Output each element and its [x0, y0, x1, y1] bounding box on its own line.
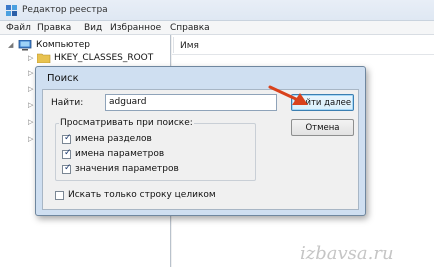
- expand-arrow-icon[interactable]: ▷: [28, 118, 33, 126]
- checkmark-icon: ✓: [64, 148, 72, 158]
- watermark: izbavsa.ru: [300, 243, 394, 264]
- find-input[interactable]: adguard: [105, 94, 277, 111]
- dialog-title: Поиск: [47, 73, 79, 84]
- window-title: Редактор реестра: [22, 5, 108, 15]
- checkbox[interactable]: ✓: [62, 163, 72, 174]
- expand-arrow-icon[interactable]: ▷: [28, 69, 33, 77]
- option-label: имена разделов: [75, 134, 152, 144]
- checkbox[interactable]: [55, 191, 64, 200]
- menu-help[interactable]: Справка: [170, 23, 210, 33]
- column-separator[interactable]: [173, 37, 174, 53]
- collapse-arrow-icon[interactable]: ◢: [8, 41, 13, 49]
- tree-item-computer[interactable]: Компьютер: [36, 40, 90, 50]
- expand-arrow-icon[interactable]: ▷: [28, 54, 33, 62]
- option-label: Искать только строку целиком: [68, 190, 216, 200]
- title-bar: Редактор реестра: [0, 0, 434, 21]
- expand-arrow-icon[interactable]: ▷: [28, 85, 33, 93]
- column-header: Имя: [172, 35, 434, 55]
- menu-favorites[interactable]: Избранное: [110, 23, 161, 33]
- folder-icon: [37, 53, 51, 63]
- expand-arrow-icon[interactable]: ▷: [28, 101, 33, 109]
- menu-edit[interactable]: Правка: [37, 23, 71, 33]
- option-label: значения параметров: [75, 164, 179, 174]
- checkmark-icon: ✓: [64, 163, 72, 173]
- pointer-arrow-icon: [268, 85, 308, 105]
- find-label: Найти:: [51, 98, 84, 108]
- menu-bar: Файл Правка Вид Избранное Справка: [0, 21, 434, 35]
- search-options-label: Просматривать при поиске:: [59, 118, 194, 128]
- cancel-button[interactable]: Отмена: [291, 119, 354, 136]
- expand-arrow-icon[interactable]: ▷: [28, 135, 33, 143]
- checkbox[interactable]: ✓: [62, 148, 72, 159]
- menu-view[interactable]: Вид: [84, 23, 102, 33]
- find-dialog: Поиск Найти: adguard Найти далее Отмена …: [35, 66, 366, 216]
- menu-file[interactable]: Файл: [6, 23, 31, 33]
- checkbox[interactable]: ✓: [62, 133, 72, 144]
- tree-item-hkcr[interactable]: HKEY_CLASSES_ROOT: [54, 53, 153, 63]
- column-name-header[interactable]: Имя: [180, 41, 199, 51]
- checkmark-icon: ✓: [64, 133, 72, 143]
- computer-icon: [18, 40, 32, 51]
- registry-editor-icon: [6, 5, 17, 16]
- option-label: имена параметров: [75, 149, 165, 159]
